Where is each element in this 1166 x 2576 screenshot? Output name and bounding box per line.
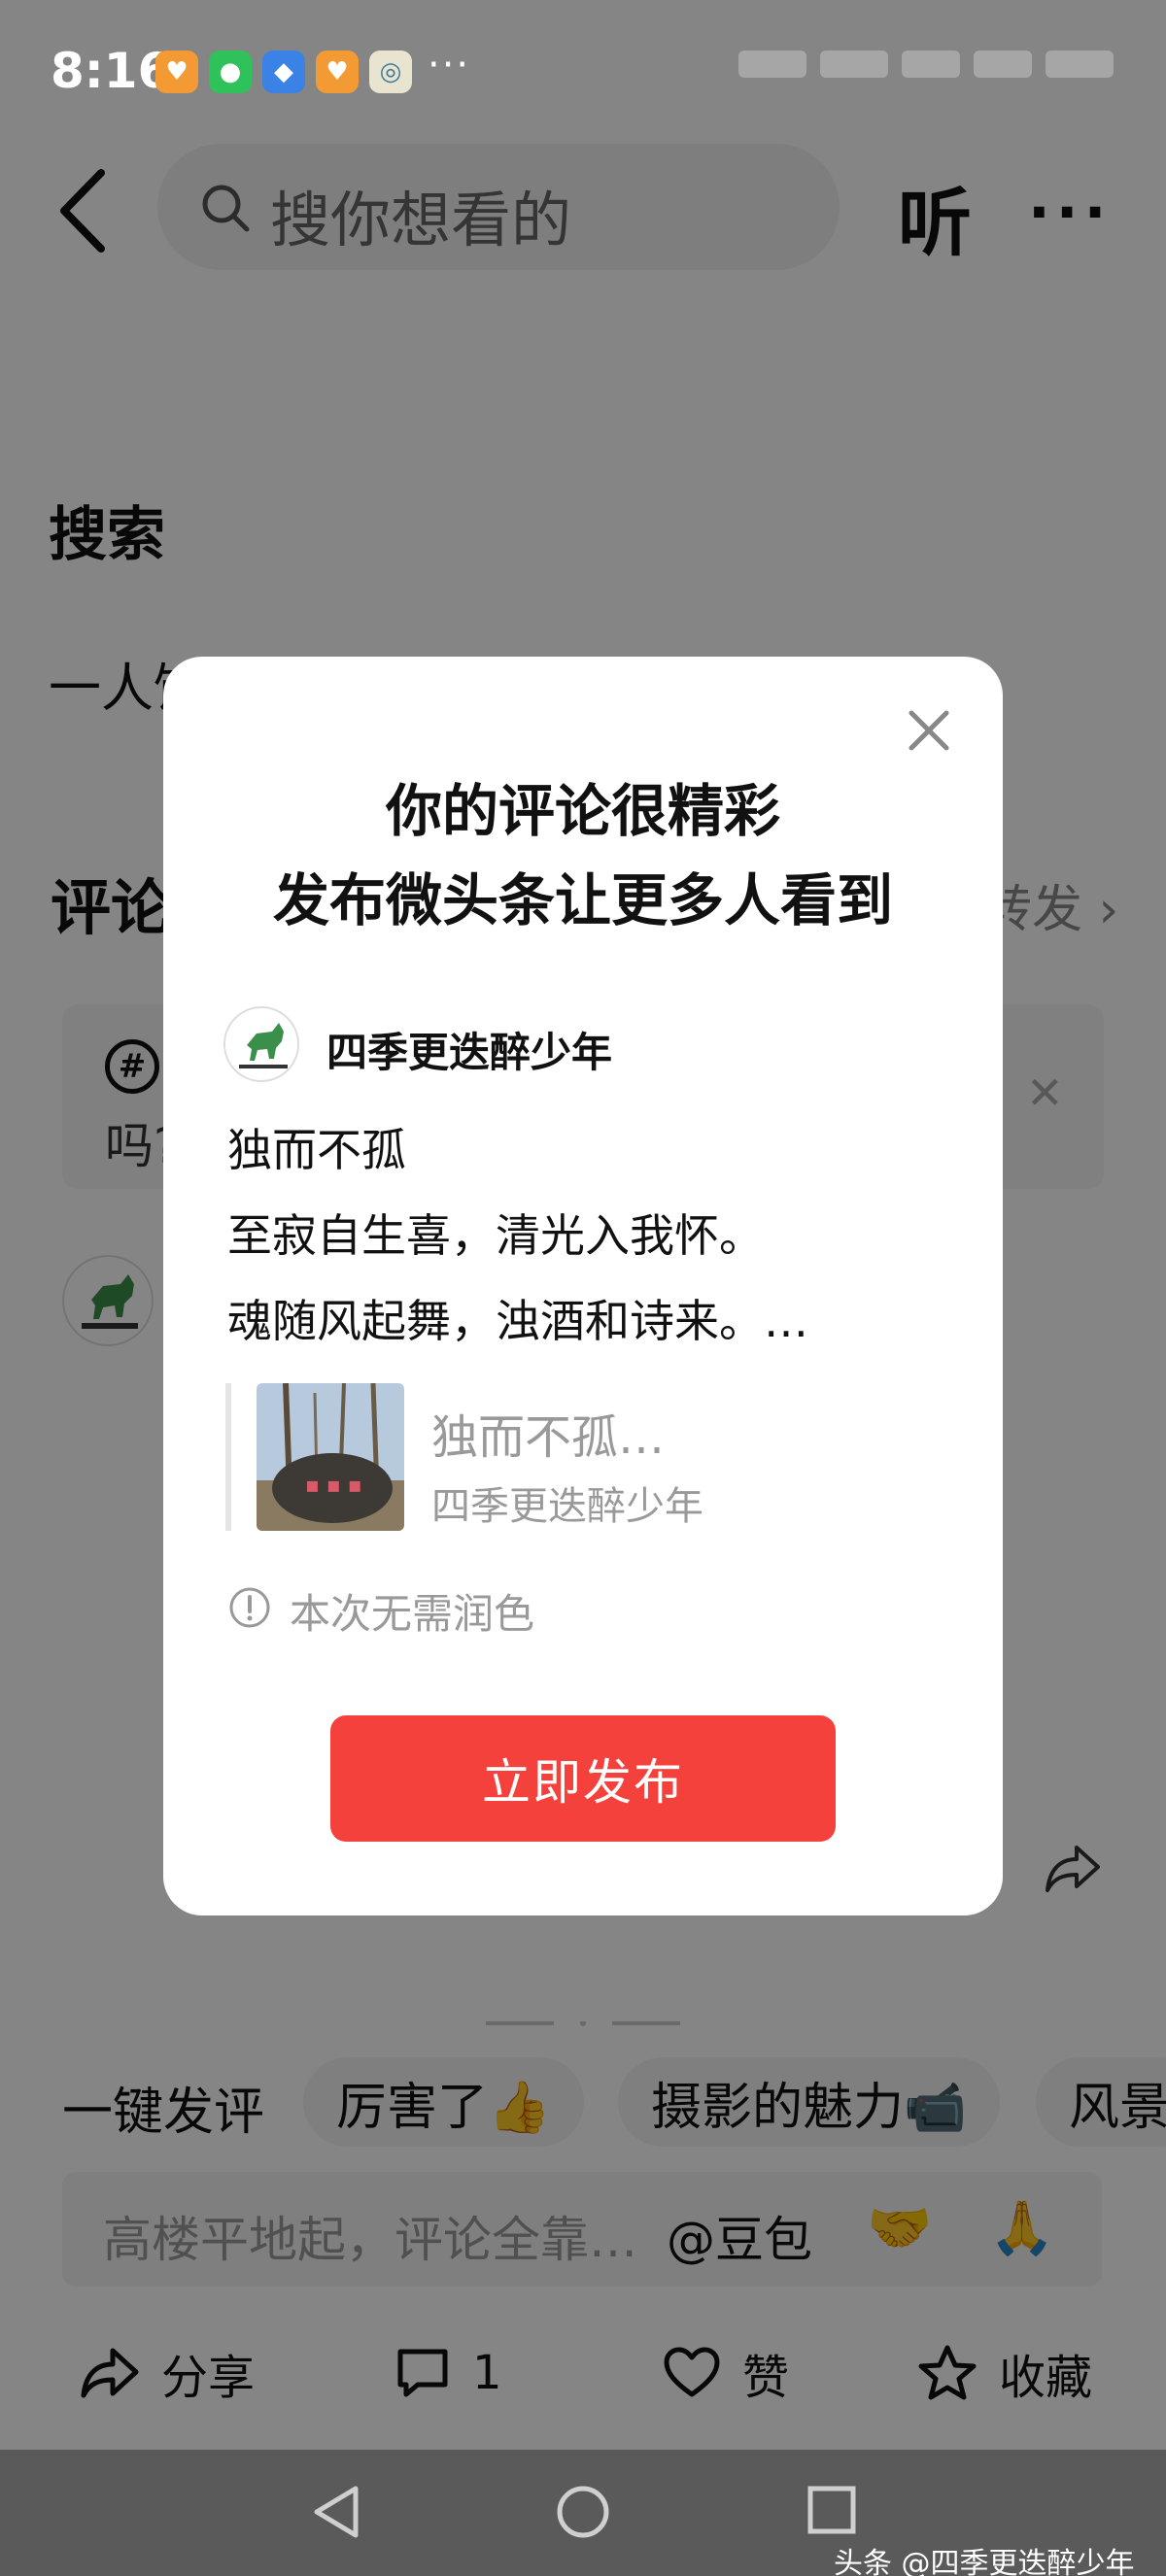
quote-divider: [225, 1383, 231, 1531]
blue-app-icon: ◆: [262, 51, 305, 93]
author-avatar: [223, 1006, 299, 1082]
quote-author: 四季更迭醉少年: [431, 1484, 703, 1529]
post-title: 独而不孤: [227, 1124, 406, 1176]
yoyo-app-icon: ◎: [369, 51, 412, 93]
info-icon: [227, 1585, 272, 1630]
quote-thumbnail: ▪ ▪ ▪: [257, 1383, 404, 1531]
heart-app-icon: ♥: [316, 51, 359, 93]
close-icon[interactable]: [902, 703, 956, 758]
dialog-title: 你的评论很精彩: [385, 778, 780, 844]
nav-home-icon[interactable]: [554, 2483, 612, 2541]
nav-back-icon[interactable]: [309, 2483, 363, 2541]
nav-recents-icon[interactable]: [805, 2483, 859, 2537]
post-text-line: 至寂自生喜，清光入我怀。: [227, 1209, 764, 1262]
more-notifications-icon: ···: [428, 43, 471, 87]
post-text-line: 魂随风起舞，浊酒和诗来。…: [227, 1295, 808, 1347]
dialog-subtitle: 发布微头条让更多人看到: [272, 867, 893, 933]
watermark: 头条 @四季更迭醉少年: [834, 2547, 1135, 2576]
notice-text: 本次无需润色: [290, 1590, 535, 1638]
svg-text:▪ ▪ ▪: ▪ ▪ ▪: [305, 1474, 362, 1498]
author-name: 四季更迭醉少年: [326, 1029, 613, 1076]
heart-app-icon: ♥: [155, 51, 198, 93]
quote-title: 独而不孤…: [431, 1410, 666, 1465]
status-indicators: [738, 51, 1127, 89]
wechat-icon: ●: [209, 51, 252, 93]
publish-now-button[interactable]: 立即发布: [330, 1715, 836, 1842]
status-time: 8:16: [51, 43, 172, 99]
